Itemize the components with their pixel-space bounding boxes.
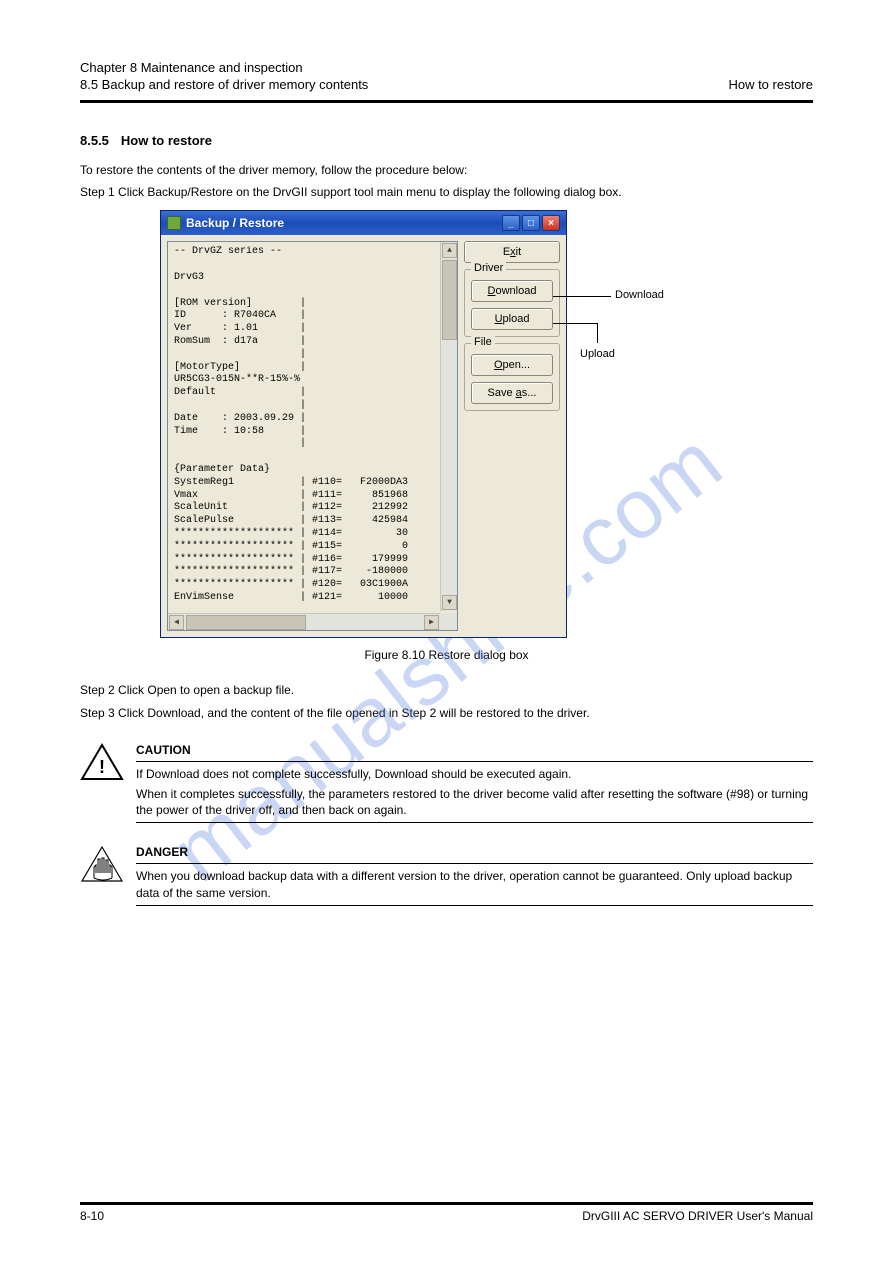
- upload-button[interactable]: Upload: [471, 308, 553, 330]
- scroll-down-icon[interactable]: ▼: [442, 595, 457, 610]
- header-chapter: Chapter 8 Maintenance and inspection: [80, 60, 813, 75]
- scroll-up-icon[interactable]: ▲: [442, 243, 457, 258]
- lead-vert-upload: [597, 323, 598, 343]
- backup-restore-window: Backup / Restore _ □ × -- DrvGZ series -…: [160, 210, 567, 638]
- file-legend: File: [471, 336, 495, 348]
- text-content: -- DrvGZ series -- DrvG3 [ROM version] |…: [174, 246, 455, 604]
- section-heading: 8.5.5 How to restore: [80, 133, 813, 154]
- caution-text-2: When it completes successfully, the para…: [136, 786, 813, 818]
- danger-triangle-icon: [80, 845, 124, 883]
- window-title: Backup / Restore: [186, 216, 284, 230]
- callout-download: Download: [615, 289, 664, 301]
- danger-label: DANGER: [136, 845, 813, 859]
- file-fieldset: File Open... Save as...: [464, 343, 560, 411]
- caution-rule-bottom: [136, 822, 813, 823]
- danger-text: When you download backup data with a dif…: [136, 868, 813, 900]
- close-button[interactable]: ×: [542, 215, 560, 231]
- vertical-scrollbar[interactable]: ▲ ▼: [440, 242, 457, 611]
- caution-text-1: If Download does not complete successful…: [136, 766, 813, 782]
- step-3: Step 3 Click Download, and the content o…: [104, 705, 813, 721]
- danger-rule-bottom: [136, 905, 813, 906]
- saveas-button[interactable]: Save as...: [471, 382, 553, 404]
- footer-title: DrvGIII AC SERVO DRIVER User's Manual: [582, 1209, 813, 1223]
- lead-line-upload: [553, 323, 597, 324]
- side-panel: Exit Driver Download Upload File Open...…: [464, 241, 560, 631]
- text-panel[interactable]: -- DrvGZ series -- DrvG3 [ROM version] |…: [167, 241, 458, 631]
- open-button[interactable]: Open...: [471, 354, 553, 376]
- callout-upload: Upload: [580, 348, 615, 360]
- step-2: Step 2 Click Open to open a backup file.: [104, 682, 813, 698]
- scroll-corner: [440, 613, 457, 630]
- caution-label: CAUTION: [136, 743, 813, 757]
- figure-caption: Figure 8.10 Restore dialog box: [80, 648, 813, 662]
- section-number: 8.5.5: [80, 133, 109, 148]
- minimize-button[interactable]: _: [502, 215, 520, 231]
- caution-block: ! CAUTION If Download does not complete …: [80, 743, 813, 824]
- driver-fieldset: Driver Download Upload: [464, 269, 560, 337]
- download-button[interactable]: Download: [471, 280, 553, 302]
- lead-line-download: [553, 296, 611, 297]
- driver-legend: Driver: [471, 262, 506, 274]
- caution-rule-top: [136, 761, 813, 762]
- app-icon: [167, 216, 181, 230]
- header-rule: [80, 100, 813, 103]
- scroll-right-icon[interactable]: ▶: [424, 615, 439, 630]
- section-title: How to restore: [121, 133, 212, 148]
- danger-rule-top: [136, 863, 813, 864]
- horizontal-scrollbar[interactable]: ◀ ▶: [168, 613, 440, 630]
- scroll-left-icon[interactable]: ◀: [169, 615, 184, 630]
- header-section: 8.5 Backup and restore of driver memory …: [80, 77, 368, 92]
- page-number: 8-10: [80, 1209, 104, 1223]
- client-area: -- DrvGZ series -- DrvG3 [ROM version] |…: [161, 235, 566, 637]
- caution-triangle-icon: !: [80, 743, 124, 781]
- page-header: Chapter 8 Maintenance and inspection 8.5…: [80, 60, 813, 92]
- footer-rule: [80, 1202, 813, 1205]
- header-topic: How to restore: [728, 77, 813, 92]
- danger-block: DANGER When you download backup data wit…: [80, 845, 813, 905]
- exit-button[interactable]: Exit: [464, 241, 560, 263]
- maximize-button[interactable]: □: [522, 215, 540, 231]
- hscroll-thumb[interactable]: [186, 615, 306, 630]
- svg-text:!: !: [99, 757, 105, 777]
- vscroll-thumb[interactable]: [442, 260, 457, 340]
- titlebar[interactable]: Backup / Restore _ □ ×: [161, 211, 566, 235]
- intro-paragraph: To restore the contents of the driver me…: [80, 162, 813, 178]
- step-1: Step 1 Click Backup/Restore on the DrvGI…: [104, 184, 813, 200]
